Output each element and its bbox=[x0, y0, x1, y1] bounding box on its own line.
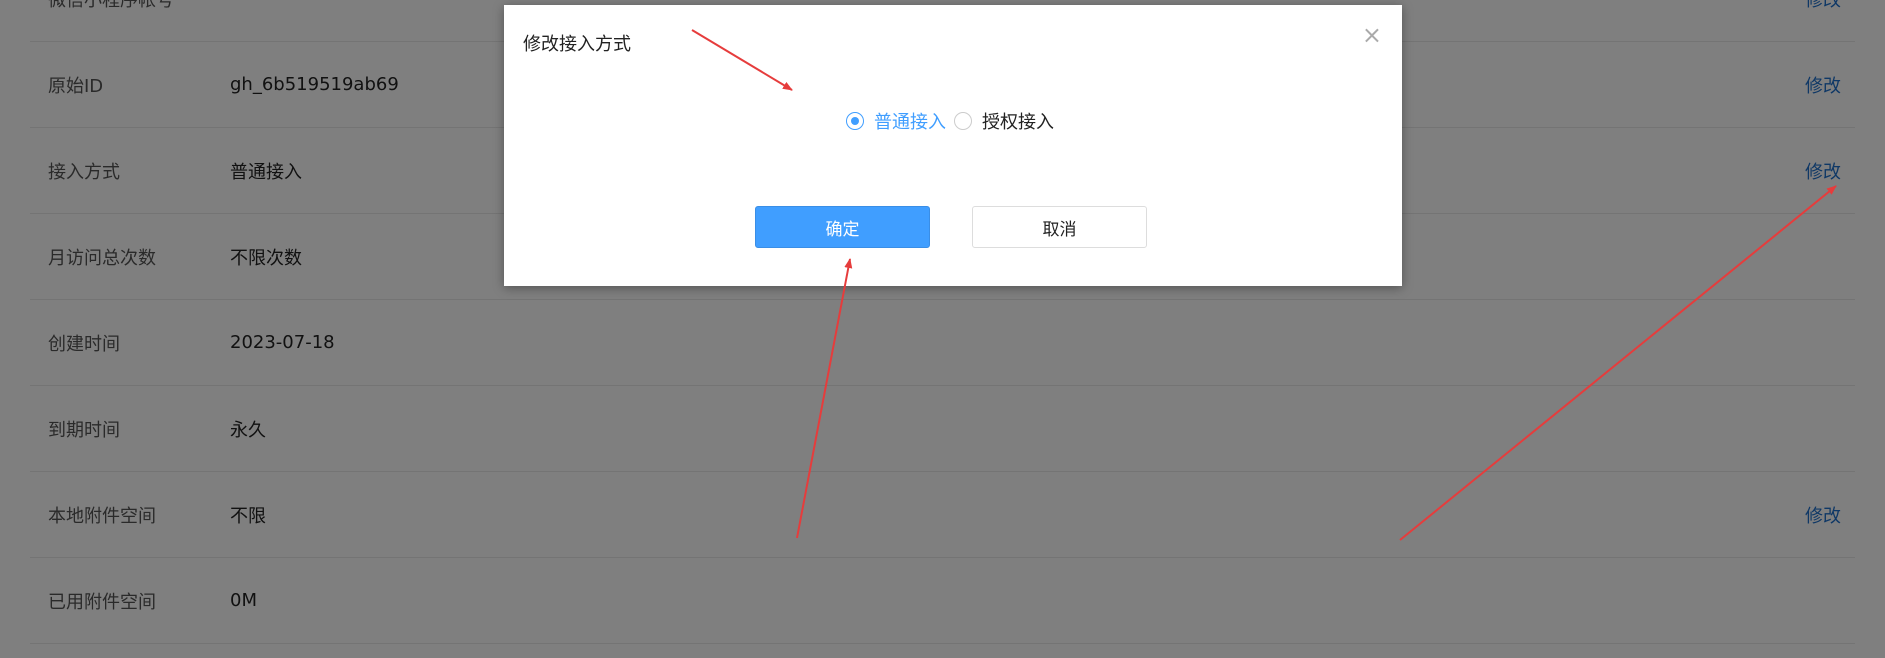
radio-normal-access[interactable]: 普通接入 bbox=[846, 108, 946, 134]
cancel-button[interactable]: 取消 bbox=[972, 206, 1147, 248]
radio-authorized-access[interactable]: 授权接入 bbox=[954, 108, 1054, 134]
radio-checked-icon[interactable] bbox=[846, 112, 864, 130]
radio-unchecked-icon[interactable] bbox=[954, 112, 972, 130]
access-method-radio-group: 普通接入 授权接入 bbox=[846, 108, 1062, 134]
edit-access-method-dialog: 修改接入方式 × 普通接入 授权接入 确定 取消 bbox=[504, 5, 1402, 286]
radio-label[interactable]: 授权接入 bbox=[982, 108, 1054, 134]
close-icon[interactable]: × bbox=[1362, 23, 1382, 47]
dialog-title: 修改接入方式 bbox=[523, 34, 631, 55]
radio-label[interactable]: 普通接入 bbox=[874, 108, 946, 134]
confirm-button[interactable]: 确定 bbox=[755, 206, 930, 248]
page: 微信小程序帐号 修改 原始ID gh_6b519519ab69 修改 接入方式 … bbox=[0, 0, 1885, 658]
